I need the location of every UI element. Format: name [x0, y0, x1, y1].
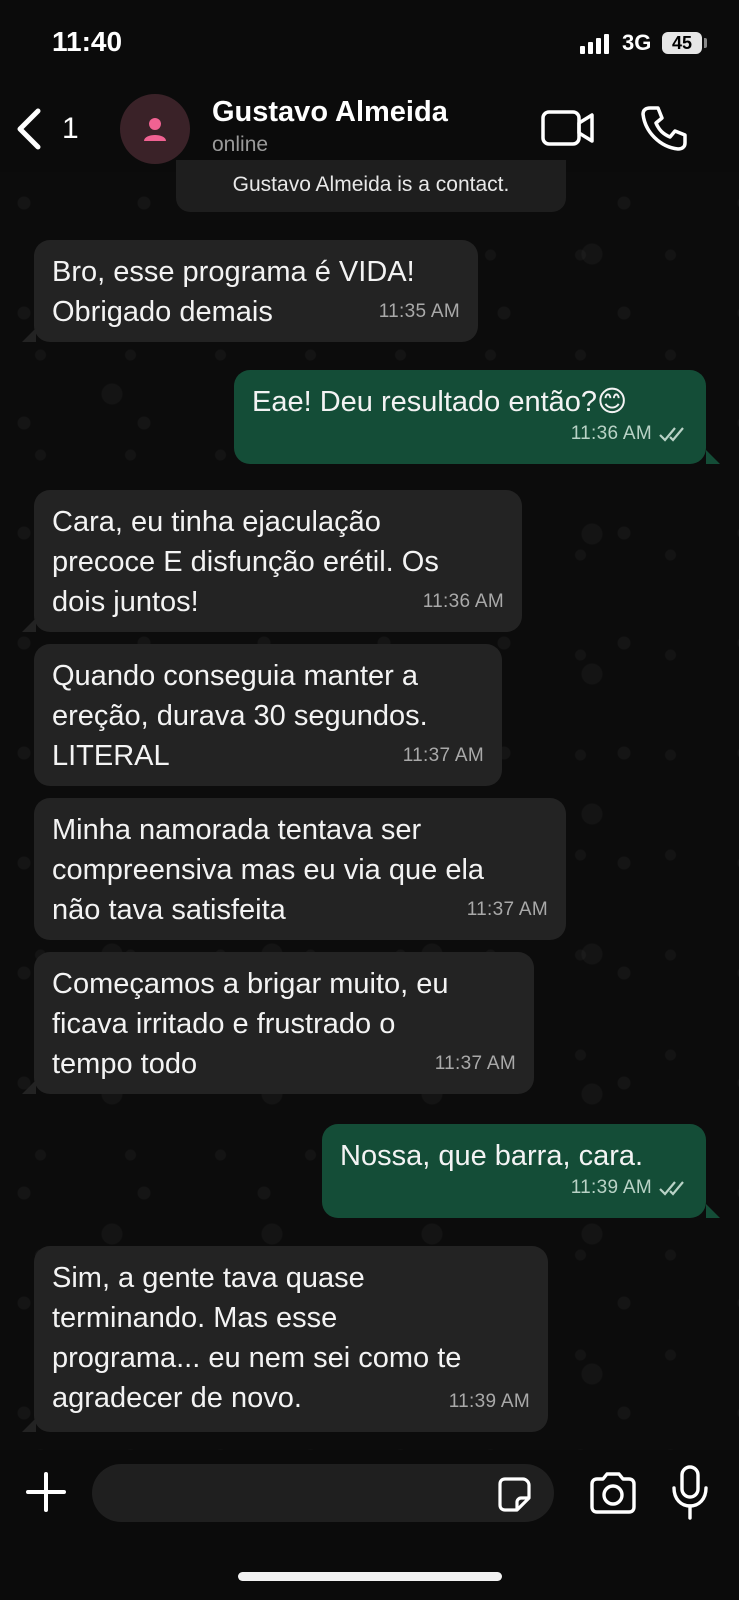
bubble-tail — [706, 450, 720, 464]
message-bubble-incoming[interactable]: Quando conseguia manter a ereção, durava… — [34, 644, 502, 786]
microphone-button[interactable] — [670, 1464, 710, 1522]
bubble-tail — [22, 1080, 36, 1094]
double-check-icon — [659, 1181, 684, 1196]
message-time: 11:37 AM — [402, 745, 484, 766]
signal-icon — [580, 34, 612, 54]
message-time: 11:39 AM — [448, 1391, 530, 1412]
message-input[interactable] — [92, 1464, 554, 1522]
voice-call-button[interactable] — [640, 104, 688, 152]
back-button[interactable]: 1 — [14, 104, 79, 154]
double-check-icon — [659, 427, 684, 442]
network-type: 3G — [622, 30, 652, 55]
bubble-tail — [22, 328, 36, 342]
message-bubble-incoming[interactable]: Bro, esse programa é VIDA! Obrigado dema… — [34, 240, 478, 342]
bubble-tail — [22, 1418, 36, 1432]
camera-icon — [590, 1472, 636, 1514]
system-note: Gustavo Almeida is a contact. — [176, 160, 566, 212]
home-indicator[interactable] — [238, 1572, 502, 1581]
message-composer — [0, 1450, 739, 1600]
message-time: 11:35 AM — [378, 301, 460, 322]
message-bubble-outgoing[interactable]: Eae! Deu resultado então?😊 11:36 AM — [234, 370, 706, 464]
battery-icon: 45 — [662, 32, 702, 54]
contact-name[interactable]: Gustavo Almeida — [212, 96, 448, 129]
person-icon — [144, 118, 166, 141]
camera-button[interactable] — [588, 1470, 638, 1516]
message-bubble-incoming[interactable]: Minha namorada tentava ser compreensiva … — [34, 798, 566, 940]
phone-icon — [641, 106, 687, 151]
plus-icon — [26, 1472, 66, 1512]
message-time: 11:37 AM — [434, 1053, 516, 1074]
chevron-left-icon — [17, 108, 41, 150]
bubble-tail — [22, 618, 36, 632]
video-camera-icon — [541, 110, 594, 146]
status-time: 11:40 — [52, 26, 123, 57]
sticker-icon — [498, 1477, 531, 1512]
message-bubble-incoming[interactable]: Cara, eu tinha ejaculação precoce E disf… — [34, 490, 522, 632]
battery-cap — [704, 38, 707, 48]
contact-status: online — [212, 133, 269, 156]
bubble-tail — [706, 1204, 720, 1218]
video-call-button[interactable] — [540, 106, 596, 150]
sticker-button[interactable] — [494, 1474, 534, 1514]
message-time: 11:36 AM — [570, 423, 652, 444]
avatar[interactable] — [120, 94, 190, 164]
message-bubble-incoming[interactable]: Começamos a brigar muito, eu ficava irri… — [34, 952, 534, 1094]
status-bar: 11:40 3G 45 — [0, 0, 739, 90]
message-bubble-outgoing[interactable]: Nossa, que barra, cara. 11:39 AM — [322, 1124, 706, 1218]
message-time: 11:36 AM — [422, 591, 504, 612]
unread-count: 1 — [62, 112, 79, 145]
message-time: 11:39 AM — [570, 1177, 652, 1198]
message-time: 11:37 AM — [466, 899, 548, 920]
message-bubble-incoming[interactable]: Sim, a gente tava quase terminando. Mas … — [34, 1246, 548, 1432]
microphone-icon — [672, 1465, 708, 1520]
attach-button[interactable] — [24, 1470, 68, 1514]
